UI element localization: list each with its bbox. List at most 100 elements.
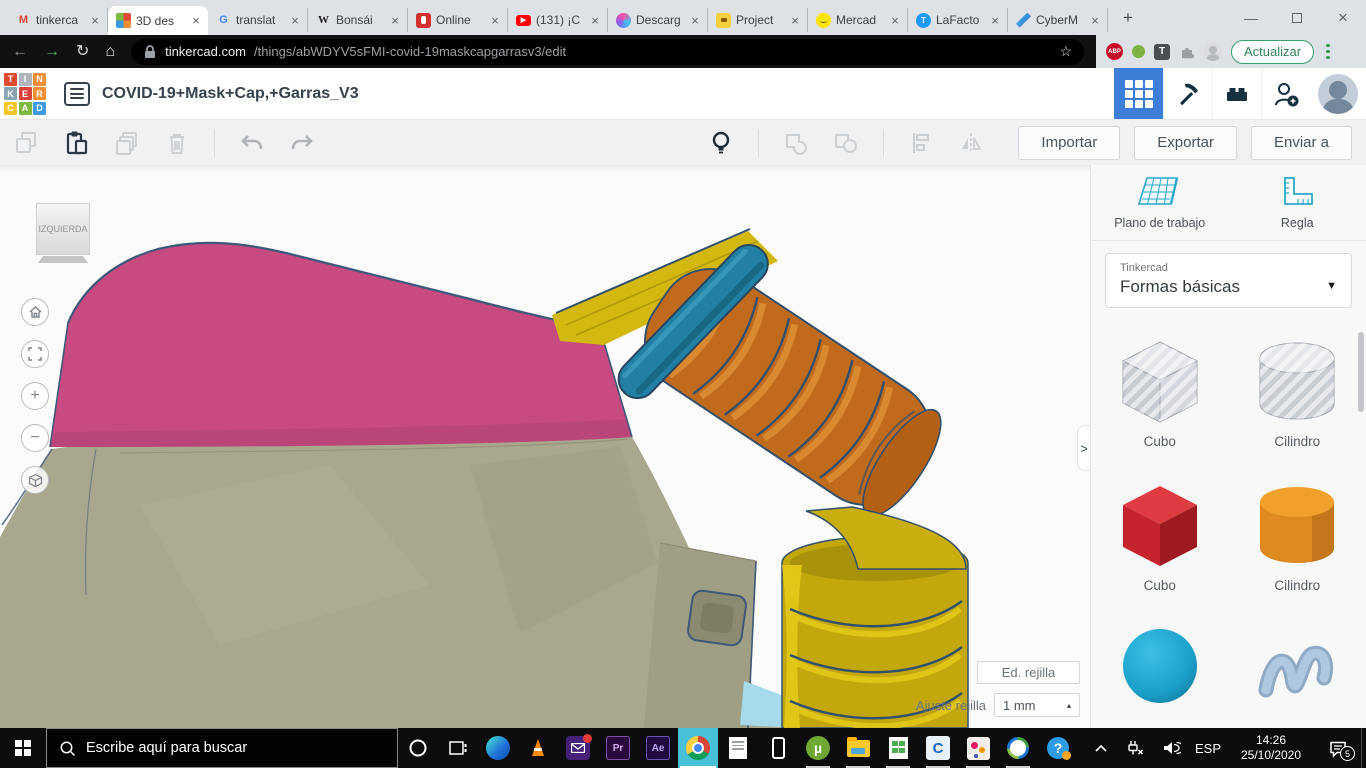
- chrome-update-button[interactable]: Actualizar: [1231, 39, 1315, 64]
- tab-project[interactable]: Project ×: [708, 8, 808, 32]
- home-view-button[interactable]: [21, 298, 49, 326]
- tab-mercadolibre[interactable]: Mercad ×: [808, 8, 908, 32]
- tab-wikipedia[interactable]: W Bonsái ×: [308, 8, 408, 32]
- paste-button[interactable]: [64, 130, 90, 156]
- taskbar-camtasia[interactable]: C: [918, 728, 958, 768]
- bookmark-star-icon[interactable]: ☆: [1059, 43, 1072, 60]
- close-icon[interactable]: ×: [388, 13, 402, 28]
- minecraft-export-button[interactable]: [1163, 68, 1212, 119]
- shape-item-sphere[interactable]: [1115, 624, 1205, 728]
- fit-view-button[interactable]: [21, 340, 49, 368]
- taskbar-chrome-active[interactable]: [678, 728, 718, 768]
- 3d-viewport[interactable]: IZQUIERDA + − Ed. rejilla Ajuste rejilla…: [0, 165, 1090, 728]
- taskbar-swirl-app[interactable]: [998, 728, 1038, 768]
- tab-descargas[interactable]: Descarg ×: [608, 8, 708, 32]
- duplicate-button[interactable]: [114, 130, 140, 156]
- start-button[interactable]: [0, 728, 46, 768]
- brick-export-button[interactable]: [1212, 68, 1261, 119]
- zoom-in-button[interactable]: +: [21, 382, 49, 410]
- tab-cyber[interactable]: CyberM ×: [1008, 8, 1108, 32]
- show-desktop-button[interactable]: [1361, 728, 1366, 768]
- green-dot-extension-icon[interactable]: [1132, 45, 1145, 58]
- taskbar-spreadsheet-app[interactable]: [878, 728, 918, 768]
- back-button[interactable]: ←: [12, 43, 28, 60]
- import-button[interactable]: Importar: [1018, 125, 1121, 160]
- close-icon[interactable]: ×: [988, 13, 1002, 28]
- close-icon[interactable]: ×: [488, 13, 502, 28]
- cortana-button[interactable]: [398, 728, 438, 768]
- tray-volume[interactable]: [1153, 728, 1189, 768]
- close-icon[interactable]: ×: [688, 13, 702, 28]
- show-all-button[interactable]: [708, 130, 734, 156]
- delete-button[interactable]: [164, 130, 190, 156]
- undo-button[interactable]: [239, 130, 265, 156]
- align-button[interactable]: [908, 130, 934, 156]
- shape-library-dropdown[interactable]: Tinkercad Formas básicas ▼: [1105, 253, 1352, 308]
- shape-item-cylinder-orange[interactable]: Cilindro: [1252, 480, 1342, 594]
- zoom-out-button[interactable]: −: [21, 424, 49, 452]
- tab-online[interactable]: Online ×: [408, 8, 508, 32]
- taskbar-confetti-app[interactable]: [958, 728, 998, 768]
- forward-button[interactable]: →: [44, 43, 60, 60]
- taskbar-aftereffects[interactable]: Ae: [638, 728, 678, 768]
- tab-tinkercad-active[interactable]: 3D des ×: [108, 6, 208, 35]
- tab-translate[interactable]: G translat ×: [208, 8, 308, 32]
- export-button[interactable]: Exportar: [1134, 125, 1237, 160]
- taskbar-premiere[interactable]: Pr: [598, 728, 638, 768]
- taskbar-help[interactable]: ?: [1038, 728, 1078, 768]
- window-restore-button[interactable]: [1274, 0, 1320, 35]
- view-cube[interactable]: IZQUIERDA: [36, 203, 90, 255]
- browser-menu-icon[interactable]: [1323, 43, 1333, 60]
- panel-collapse-handle[interactable]: >: [1077, 425, 1090, 471]
- tray-power-status[interactable]: [1117, 728, 1153, 768]
- shape-item-scribble[interactable]: [1252, 624, 1342, 728]
- home-button[interactable]: ⌂: [105, 43, 115, 60]
- close-icon[interactable]: ×: [588, 13, 602, 28]
- perspective-toggle-button[interactable]: [21, 466, 49, 494]
- close-icon[interactable]: ×: [1088, 13, 1102, 28]
- address-bar[interactable]: tinkercad.com /things/abWDYV5sFMI-covid-…: [131, 38, 1084, 65]
- tab-lafactoria[interactable]: T LaFacto ×: [908, 8, 1008, 32]
- snap-grid-dropdown[interactable]: 1 mm ▴: [994, 693, 1080, 717]
- tab-youtube[interactable]: ▶ (131) ¡C ×: [508, 8, 608, 32]
- ungroup-button[interactable]: [833, 130, 859, 156]
- taskbar-utorrent[interactable]: µ: [798, 728, 838, 768]
- browser-profile-avatar[interactable]: [1204, 42, 1222, 61]
- tray-overflow-button[interactable]: [1085, 728, 1117, 768]
- window-close-button[interactable]: ×: [1320, 0, 1366, 35]
- design-properties-button[interactable]: [64, 81, 90, 106]
- taskbar-file-explorer[interactable]: [838, 728, 878, 768]
- copy-button[interactable]: [14, 130, 40, 156]
- adblock-extension-icon[interactable]: ABP: [1106, 43, 1123, 60]
- redo-button[interactable]: [289, 130, 315, 156]
- task-view-button[interactable]: [438, 728, 478, 768]
- puzzle-extensions-icon[interactable]: [1179, 44, 1195, 60]
- group-button[interactable]: [783, 130, 809, 156]
- close-icon[interactable]: ×: [88, 13, 102, 28]
- tray-clock[interactable]: 14:26 25/10/2020: [1227, 728, 1315, 768]
- reload-button[interactable]: ↻: [76, 43, 89, 60]
- close-icon[interactable]: ×: [189, 13, 203, 28]
- action-center-button[interactable]: 5: [1315, 728, 1361, 768]
- taskbar-edge[interactable]: [478, 728, 518, 768]
- shape-item-cube-red[interactable]: Cubo: [1115, 480, 1205, 594]
- taskbar-mail[interactable]: [558, 728, 598, 768]
- ruler-tool[interactable]: Regla: [1229, 165, 1366, 240]
- taskbar-notepad[interactable]: [718, 728, 758, 768]
- window-minimize-button[interactable]: —: [1228, 0, 1274, 35]
- close-icon[interactable]: ×: [888, 13, 902, 28]
- close-icon[interactable]: ×: [288, 13, 302, 28]
- close-icon[interactable]: ×: [788, 13, 802, 28]
- workplane-tool[interactable]: Plano de trabajo: [1091, 165, 1229, 240]
- blocks-view-button-active[interactable]: [1114, 68, 1163, 119]
- send-to-button[interactable]: Enviar a: [1250, 125, 1352, 160]
- tab-gmail[interactable]: M tinkerca ×: [8, 8, 108, 32]
- taskbar-search-box[interactable]: Escribe aquí para buscar: [46, 728, 398, 768]
- share-invite-button[interactable]: [1261, 68, 1310, 119]
- taskbar-your-phone[interactable]: [758, 728, 798, 768]
- taskbar-vlc[interactable]: [518, 728, 558, 768]
- panel-scrollbar[interactable]: [1358, 332, 1364, 412]
- mirror-button[interactable]: [958, 130, 984, 156]
- tray-language[interactable]: ESP: [1189, 728, 1227, 768]
- new-tab-button[interactable]: +: [1114, 4, 1142, 32]
